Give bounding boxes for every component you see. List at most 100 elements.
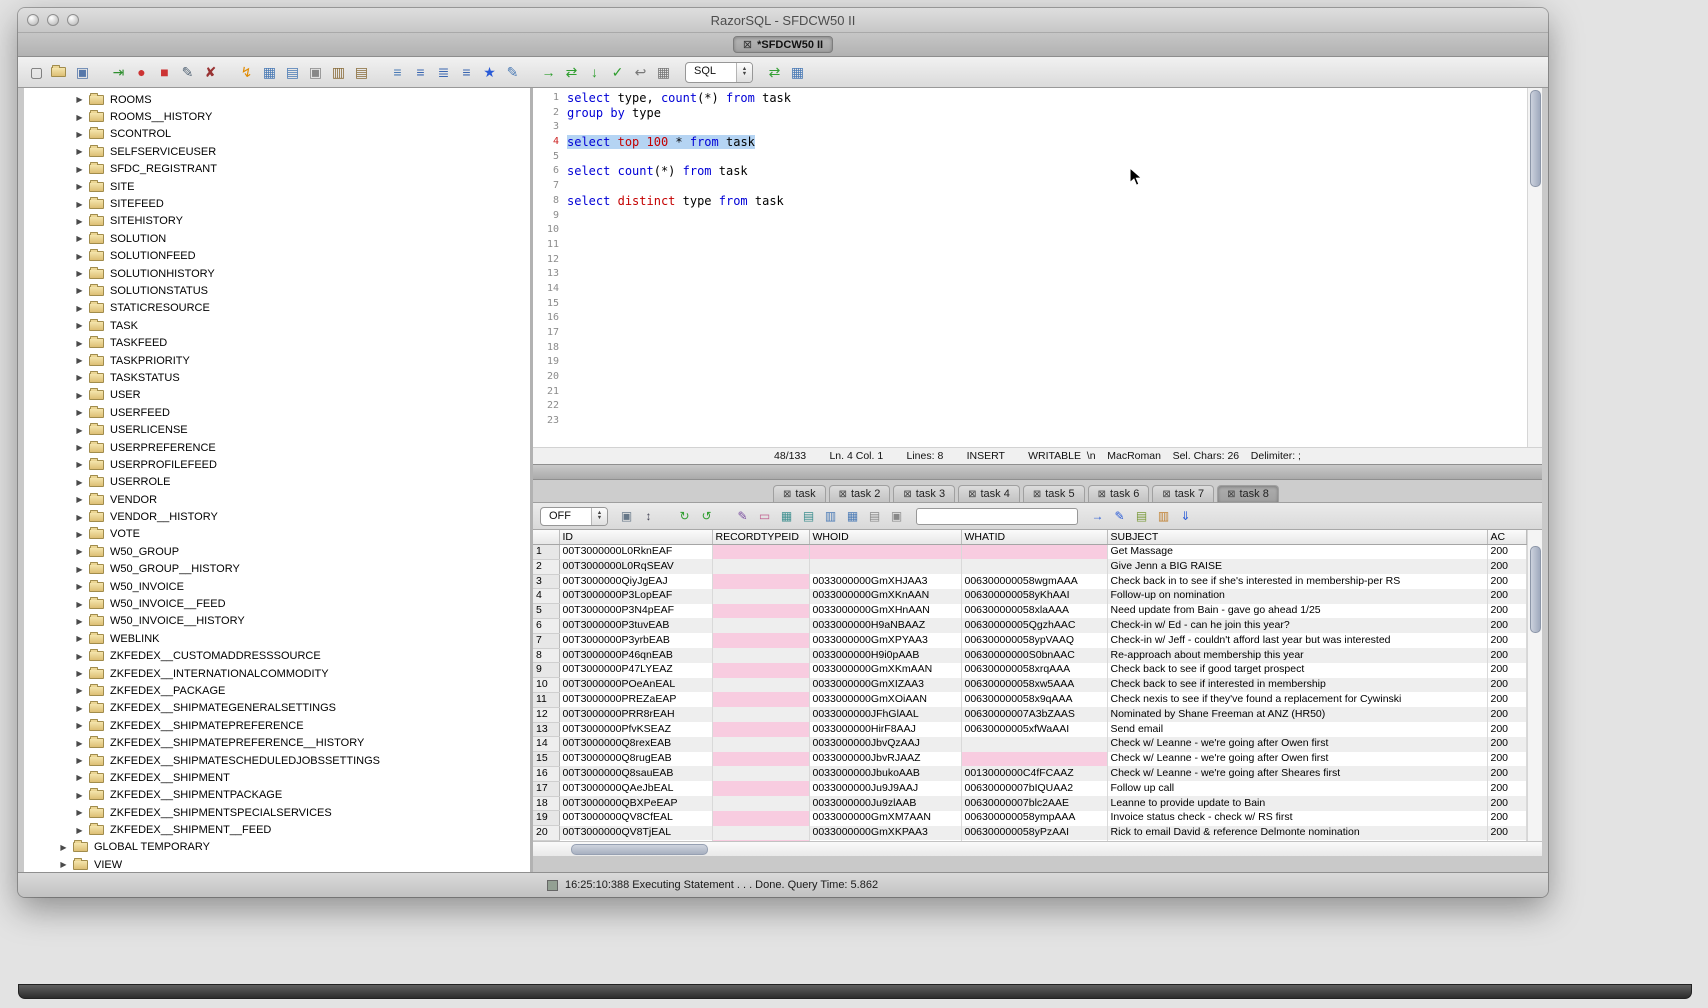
compare-icon[interactable]: ⇄ — [764, 62, 785, 83]
tab-close-icon[interactable]: ⊠ — [839, 489, 847, 500]
cell-whoid[interactable]: 0033000000GmXOiAAN — [809, 692, 961, 707]
cell-recordtypeid[interactable] — [712, 796, 809, 811]
tree-item-userrole[interactable]: ▶USERROLE — [24, 474, 530, 491]
cell-whatid[interactable]: 00630000005xfWaAAI — [961, 722, 1107, 737]
tree-item-vendor[interactable]: ▶VENDOR — [24, 491, 530, 508]
cell-id[interactable]: 00T3000000POeAnEAL — [559, 678, 712, 693]
favorites-icon[interactable]: ★ — [479, 62, 500, 83]
list-icon[interactable]: ≡ — [387, 62, 408, 83]
disclosure-triangle-icon[interactable]: ▶ — [74, 165, 85, 174]
refresh-icon[interactable]: ↻ — [675, 507, 694, 526]
cell-ac[interactable]: 200 — [1487, 752, 1527, 767]
tree-item-vote[interactable]: ▶VOTE — [24, 526, 530, 543]
export-results-icon[interactable]: ▣ — [617, 507, 636, 526]
format-sql-icon[interactable]: ≡ — [410, 62, 431, 83]
download-icon[interactable]: ⇓ — [1176, 507, 1195, 526]
search-edit-icon[interactable]: ✎ — [1110, 507, 1129, 526]
cell-whatid[interactable] — [961, 545, 1107, 560]
disclosure-triangle-icon[interactable]: ▶ — [74, 652, 85, 661]
export-table-icon[interactable]: ▤ — [282, 62, 303, 83]
combo-stepper-icon[interactable]: ▲▼ — [591, 508, 607, 525]
tree-item-selfserviceuser[interactable]: ▶SELFSERVICEUSER — [24, 143, 530, 160]
row-number-cell[interactable]: 1 — [533, 545, 559, 560]
save-icon[interactable]: ▣ — [72, 62, 93, 83]
cell-recordtypeid[interactable] — [712, 545, 809, 560]
document-tab[interactable]: ⊠ *SFDCW50 II — [733, 36, 833, 53]
row-number-cell[interactable]: 14 — [533, 737, 559, 752]
cell-id[interactable]: 00T3000000Q8rugEAB — [559, 752, 712, 767]
cell-recordtypeid[interactable] — [712, 826, 809, 841]
cell-subject[interactable]: Check w/ Leanne - we're going after Owen… — [1107, 752, 1487, 767]
row-number-cell[interactable]: 9 — [533, 663, 559, 678]
form-view-icon[interactable]: ▣ — [887, 507, 906, 526]
cell-id[interactable]: 00T3000000L0RqSEAV — [559, 559, 712, 574]
zoom-button[interactable] — [67, 14, 79, 26]
cell-ac[interactable]: 200 — [1487, 826, 1527, 841]
cell-recordtypeid[interactable] — [712, 722, 809, 737]
copy-icon[interactable]: ▣ — [305, 62, 326, 83]
cell-subject[interactable]: Check w/ Leanne - we're going after Owen… — [1107, 737, 1487, 752]
cell-whoid[interactable]: 0033000000H9aNBAAZ — [809, 618, 961, 633]
cell-ac[interactable]: 200 — [1487, 781, 1527, 796]
tree-item-zkfedex-shipmatescheduledjobssettings[interactable]: ▶ZKFEDEX__SHIPMATESCHEDULEDJOBSSETTINGS — [24, 752, 530, 769]
cell-subject[interactable]: Check back to see if good target prospec… — [1107, 663, 1487, 678]
table-info-icon[interactable]: ▦ — [259, 62, 280, 83]
tree-item-solutionstatus[interactable]: ▶SOLUTIONSTATUS — [24, 282, 530, 299]
cell-whatid[interactable] — [961, 752, 1107, 767]
disclosure-triangle-icon[interactable]: ▶ — [74, 426, 85, 435]
row-number-cell[interactable]: 20 — [533, 826, 559, 841]
cell-whatid[interactable] — [961, 737, 1107, 752]
erase-icon[interactable]: ▭ — [755, 507, 774, 526]
execute-sql-icon[interactable]: ↯ — [236, 62, 257, 83]
requery-icon[interactable]: ↺ — [697, 507, 716, 526]
disclosure-triangle-icon[interactable]: ▶ — [74, 617, 85, 626]
cell-subject[interactable]: Follow-up on nomination — [1107, 589, 1487, 604]
disclosure-triangle-icon[interactable]: ▶ — [74, 408, 85, 417]
row-number-cell[interactable]: 3 — [533, 574, 559, 589]
tree-item-user[interactable]: ▶USER — [24, 387, 530, 404]
cell-subject[interactable]: Check back to see if interested in membe… — [1107, 678, 1487, 693]
cell-id[interactable]: 00T3000000Q8sauEAB — [559, 766, 712, 781]
result-tab-task-5[interactable]: ⊠task 5 — [1023, 485, 1085, 502]
disclosure-triangle-icon[interactable]: ▶ — [74, 286, 85, 295]
spreadsheet-icon[interactable]: ▦ — [843, 507, 862, 526]
tree-item-zkfedex-shipment-feed[interactable]: ▶ZKFEDEX__SHIPMENT__FEED — [24, 821, 530, 838]
result-tab-task-4[interactable]: ⊠task 4 — [958, 485, 1020, 502]
cell-id[interactable]: 00T3000000P47LYEAZ — [559, 663, 712, 678]
cell-id[interactable]: 00T3000000QiyJgEAJ — [559, 574, 712, 589]
cell-ac[interactable]: 200 — [1487, 707, 1527, 722]
cell-subject[interactable]: Send email — [1107, 722, 1487, 737]
tab-close-icon[interactable]: ⊠ — [783, 489, 791, 500]
cell-whoid[interactable]: 0033000000JbvQzAAJ — [809, 737, 961, 752]
cell-ac[interactable]: 200 — [1487, 559, 1527, 574]
row-number-cell[interactable]: 19 — [533, 811, 559, 826]
cell-recordtypeid[interactable] — [712, 633, 809, 648]
edit-connection-icon[interactable]: ✎ — [177, 62, 198, 83]
cell-ac[interactable]: 200 — [1487, 722, 1527, 737]
tree-item-zkfedex-shipmatepreference[interactable]: ▶ZKFEDEX__SHIPMATEPREFERENCE — [24, 717, 530, 734]
cell-whatid[interactable]: 0013000000C4fFCAAZ — [961, 766, 1107, 781]
result-tab-task-6[interactable]: ⊠task 6 — [1088, 485, 1150, 502]
cell-whatid[interactable]: 00630000007bIQUAA2 — [961, 781, 1107, 796]
edit-table-icon[interactable]: ✎ — [502, 62, 523, 83]
sql-code-area[interactable]: select type, count(*) from taskgroup by … — [564, 88, 1542, 447]
disclosure-triangle-icon[interactable]: ▶ — [74, 495, 85, 504]
result-tab-task-3[interactable]: ⊠task 3 — [893, 485, 955, 502]
cell-ac[interactable]: 200 — [1487, 663, 1527, 678]
disclosure-triangle-icon[interactable]: ▶ — [74, 339, 85, 348]
cell-id[interactable]: 00T3000000Q8rexEAB — [559, 737, 712, 752]
tree-item-solution[interactable]: ▶SOLUTION — [24, 230, 530, 247]
cell-ac[interactable]: 200 — [1487, 633, 1527, 648]
cell-whoid[interactable]: 0033000000HirF8AAJ — [809, 722, 961, 737]
disclosure-triangle-icon[interactable]: ▶ — [58, 860, 69, 869]
cell-whoid[interactable]: 0033000000JbukoAAB — [809, 766, 961, 781]
tab-close-icon[interactable]: ⊠ — [1162, 489, 1170, 500]
cell-whatid[interactable]: 00630000007blc2AAE — [961, 796, 1107, 811]
cell-whoid[interactable]: 0033000000Ju9J9AAJ — [809, 781, 961, 796]
disclosure-triangle-icon[interactable]: ▶ — [74, 200, 85, 209]
cell-recordtypeid[interactable] — [712, 574, 809, 589]
disclosure-triangle-icon[interactable]: ▶ — [74, 547, 85, 556]
disclosure-triangle-icon[interactable]: ▶ — [74, 478, 85, 487]
cell-whoid[interactable]: 0033000000GmXPYAA3 — [809, 633, 961, 648]
result-tab-task-8[interactable]: ⊠task 8 — [1217, 485, 1279, 502]
